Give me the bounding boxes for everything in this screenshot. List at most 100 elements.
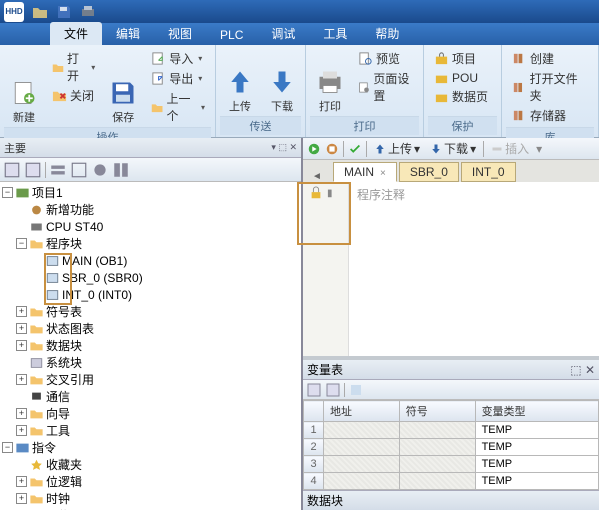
tb2-icon[interactable] — [24, 161, 42, 179]
tb3-icon[interactable] — [49, 161, 67, 179]
tree-item[interactable]: 交叉引用 — [46, 371, 94, 388]
col-type[interactable]: 变量类型 — [475, 401, 598, 422]
tree-root2[interactable]: 指令 — [32, 439, 56, 456]
export-button[interactable]: 导出 — [147, 69, 209, 88]
table-row[interactable]: 3TEMP — [304, 456, 599, 473]
arrow-down-icon — [430, 143, 442, 155]
tb1-icon[interactable] — [3, 161, 21, 179]
tb-download-button[interactable]: 下载 ▾ — [427, 139, 479, 158]
ribbon: 新建 打开 关闭 保存 导入 导出 上一个 操作 上传 — [0, 45, 599, 138]
code-editor[interactable]: ▮ 程序注释 — [303, 182, 599, 356]
tree-item[interactable]: 数据块 — [46, 337, 82, 354]
prev-button[interactable]: 上一个 — [147, 89, 209, 125]
tree-item[interactable]: 系统块 — [46, 354, 82, 371]
storage-button[interactable]: 存储器 — [508, 106, 592, 125]
expand-icon[interactable]: + — [16, 306, 27, 317]
import-button[interactable]: 导入 — [147, 49, 209, 68]
tab-sbr[interactable]: SBR_0 — [399, 162, 459, 182]
expand-icon[interactable]: + — [16, 493, 27, 504]
tb-upload-button[interactable]: 上传 ▾ — [371, 139, 423, 158]
pane-close-icon[interactable]: ⬚ ✕ — [570, 363, 595, 377]
tree-root[interactable]: 项目1 — [32, 184, 63, 201]
tree-item-sbr[interactable]: SBR_0 (SBR0) — [62, 271, 143, 285]
tab-scroll-left-icon[interactable]: ◄ — [312, 171, 322, 182]
expand-icon[interactable]: + — [16, 425, 27, 436]
tree-item[interactable]: 时钟 — [46, 490, 70, 507]
expand-icon[interactable]: + — [16, 476, 27, 487]
expand-icon[interactable]: − — [2, 442, 13, 453]
preview-button[interactable]: 预览 — [354, 49, 417, 68]
vt-btn2-icon[interactable] — [325, 382, 341, 398]
tree-item[interactable]: 通信 — [46, 388, 70, 405]
expand-icon[interactable]: − — [16, 238, 27, 249]
table-row[interactable]: 1TEMP — [304, 422, 599, 439]
tb4-icon[interactable] — [70, 161, 88, 179]
tree-item[interactable]: 收藏夹 — [46, 456, 82, 473]
print-button[interactable]: 打印 — [310, 47, 350, 116]
upload-button[interactable]: 上传 — [220, 47, 260, 116]
expand-icon[interactable]: + — [16, 408, 27, 419]
expand-icon[interactable]: + — [16, 323, 27, 334]
menu-plc[interactable]: PLC — [206, 25, 257, 45]
tab-int[interactable]: INT_0 — [461, 162, 516, 182]
program-comment[interactable]: 程序注释 — [357, 186, 405, 203]
datablock-header[interactable]: 数据块 — [303, 490, 599, 510]
pagesetup-button[interactable]: 页面设置 — [354, 69, 417, 105]
tb6-icon[interactable] — [112, 161, 130, 179]
qat-print-icon[interactable] — [80, 4, 96, 20]
tree-item[interactable]: 位逻辑 — [46, 473, 82, 490]
tree-item[interactable]: 程序块 — [46, 235, 82, 252]
tree-item[interactable]: 工具 — [46, 422, 70, 439]
new-button[interactable]: 新建 — [4, 47, 44, 127]
datapage-button[interactable]: 数据页 — [430, 87, 492, 106]
table-row[interactable]: 4TEMP — [304, 473, 599, 490]
vt-btn3-icon[interactable] — [348, 382, 364, 398]
variable-table[interactable]: 地址 符号 变量类型 1TEMP2TEMP3TEMP4TEMP — [303, 400, 599, 490]
expand-icon[interactable]: + — [16, 374, 27, 385]
project-icon — [15, 186, 30, 200]
menu-view[interactable]: 视图 — [154, 22, 206, 45]
save-button[interactable]: 保存 — [103, 47, 143, 127]
pou-button[interactable]: POU — [430, 69, 492, 86]
project-button[interactable]: 项目 — [430, 49, 492, 68]
col-symbol[interactable]: 符号 — [399, 401, 475, 422]
openfolder-button[interactable]: 打开文件夹 — [508, 69, 592, 105]
menu-help[interactable]: 帮助 — [361, 22, 413, 45]
download-button[interactable]: 下载 — [262, 47, 302, 116]
menu-file[interactable]: 文件 — [50, 22, 102, 45]
run-icon[interactable] — [307, 142, 321, 156]
createlib-button[interactable]: 创建 — [508, 49, 592, 68]
instructions-icon — [15, 441, 30, 455]
close-button[interactable]: 关闭 — [48, 86, 99, 105]
lock-icon — [309, 186, 323, 200]
project-tree[interactable]: − 项目1 新增功能 CPU ST40 − 程序块 MAIN (OB1) SBR_0… — [0, 182, 301, 510]
menu-edit[interactable]: 编辑 — [102, 22, 154, 45]
check-icon[interactable] — [348, 142, 362, 156]
expand-icon[interactable]: + — [16, 340, 27, 351]
folder-icon — [29, 407, 44, 421]
tb-insert-button[interactable]: 插入 — [488, 139, 532, 158]
stop-icon[interactable] — [325, 142, 339, 156]
tree-item-int[interactable]: INT_0 (INT0) — [62, 288, 132, 302]
qat-open-icon[interactable] — [32, 4, 48, 20]
tree-item[interactable]: 状态图表 — [46, 320, 94, 337]
col-rownum[interactable] — [304, 401, 324, 422]
menu-tools[interactable]: 工具 — [309, 22, 361, 45]
tab-main[interactable]: MAIN× — [333, 162, 397, 182]
expand-icon[interactable]: − — [2, 187, 13, 198]
tree-item-main[interactable]: MAIN (OB1) — [62, 254, 127, 268]
table-row[interactable]: 2TEMP — [304, 439, 599, 456]
open-button[interactable]: 打开 — [48, 49, 99, 85]
tb5-icon[interactable] — [91, 161, 109, 179]
qat-save-icon[interactable] — [56, 4, 72, 20]
tree-item[interactable]: 向导 — [46, 405, 70, 422]
tree-item[interactable]: 新增功能 — [46, 201, 94, 218]
col-address[interactable]: 地址 — [324, 401, 400, 422]
tree-item[interactable]: CPU ST40 — [46, 220, 103, 234]
pane-opts-icon[interactable]: ▾ ⬚ ✕ — [271, 142, 297, 153]
tab-close-icon[interactable]: × — [380, 168, 386, 179]
menu-debug[interactable]: 调试 — [257, 22, 309, 45]
tree-item[interactable]: 符号表 — [46, 303, 82, 320]
app-logo-icon: HHD — [4, 2, 24, 22]
vt-btn1-icon[interactable] — [306, 382, 322, 398]
